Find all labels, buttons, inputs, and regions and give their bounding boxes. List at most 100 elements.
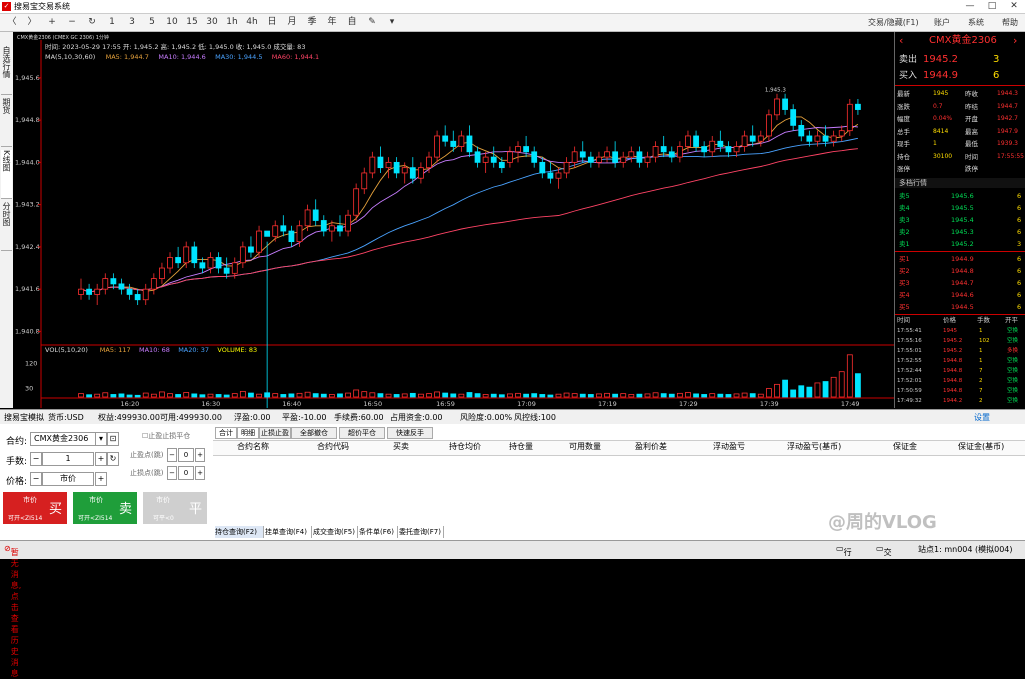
candle-body[interactable] xyxy=(555,172,562,179)
toolbar-tool-4[interactable]: ↻ xyxy=(84,16,100,29)
lock-icon[interactable]: ⊡ xyxy=(107,432,119,446)
candle-body[interactable] xyxy=(150,278,157,290)
candle-body[interactable] xyxy=(159,267,165,280)
candle-body[interactable] xyxy=(701,146,708,153)
candle-body[interactable] xyxy=(385,161,392,169)
toolbar-tool-3[interactable]: − xyxy=(64,16,80,29)
candle-body[interactable] xyxy=(256,230,262,253)
position-col-3[interactable]: 持仓均价 xyxy=(449,441,481,453)
candle-body[interactable] xyxy=(620,156,627,163)
candle-body[interactable] xyxy=(741,135,748,147)
candle-body[interactable] xyxy=(596,156,602,163)
candle-body[interactable] xyxy=(579,151,586,158)
candle-body[interactable] xyxy=(167,257,173,269)
candle-body[interactable] xyxy=(547,172,554,179)
candle-body[interactable] xyxy=(296,225,303,243)
query-tab-4[interactable]: 委托查询(F7) xyxy=(399,526,444,538)
candle-body[interactable] xyxy=(604,151,610,158)
sl-plus-button[interactable]: + xyxy=(195,466,205,480)
position-tab-1[interactable]: 明细 xyxy=(237,427,259,439)
position-tab-2[interactable]: 止损止盈 xyxy=(259,427,291,439)
toolbar-tool-5[interactable]: 1 xyxy=(104,16,120,29)
candle-body[interactable] xyxy=(458,135,465,147)
candle-body[interactable] xyxy=(442,135,449,142)
candle-body[interactable] xyxy=(288,230,295,243)
candle-body[interactable] xyxy=(248,246,254,253)
toolbar-tool-6[interactable]: 3 xyxy=(124,16,140,29)
candle-body[interactable] xyxy=(175,257,182,264)
position-col-8[interactable]: 浮动盈亏(基币) xyxy=(787,441,841,453)
toolbar-tool-13[interactable]: 日 xyxy=(264,16,280,29)
query-tab-0[interactable]: 持仓查询(F2) xyxy=(215,526,264,538)
position-col-2[interactable]: 买卖 xyxy=(393,441,409,453)
prev-symbol-icon[interactable]: ‹ xyxy=(899,32,903,50)
candle-body[interactable] xyxy=(757,135,764,142)
toolbar-tool-12[interactable]: 4h xyxy=(244,16,260,29)
position-col-7[interactable]: 浮动盈亏 xyxy=(713,441,745,453)
toolbar-tool-19[interactable]: ▾ xyxy=(384,16,400,29)
candle-body[interactable] xyxy=(774,98,780,116)
candle-body[interactable] xyxy=(102,278,109,290)
candle-body[interactable] xyxy=(855,103,861,110)
tp-input[interactable]: 0 xyxy=(178,448,194,462)
buy-button[interactable]: 市价 买 可开<ZI514 xyxy=(3,492,67,524)
candle-body[interactable] xyxy=(798,124,805,137)
candle-body[interactable] xyxy=(353,188,360,216)
query-tab-2[interactable]: 成交查询(F5) xyxy=(313,526,358,538)
candle-body[interactable] xyxy=(312,209,319,221)
price-plus-button[interactable]: + xyxy=(95,472,107,486)
position-tab-3[interactable]: 全部撤仓 xyxy=(291,427,337,439)
candle-body[interactable] xyxy=(118,283,125,290)
candle-body[interactable] xyxy=(369,156,376,174)
candle-body[interactable] xyxy=(94,288,101,295)
candle-body[interactable] xyxy=(515,146,521,153)
price-minus-button[interactable]: − xyxy=(30,472,42,486)
candle-body[interactable] xyxy=(523,146,530,153)
toolbar-tool-7[interactable]: 5 xyxy=(144,16,160,29)
candle-body[interactable] xyxy=(199,262,206,269)
tp-plus-button[interactable]: + xyxy=(195,448,205,462)
candle-body[interactable] xyxy=(733,146,740,153)
candle-body[interactable] xyxy=(320,220,327,232)
toolbar-tool-11[interactable]: 1h xyxy=(224,16,240,29)
candle-body[interactable] xyxy=(507,151,513,163)
left-tab-2[interactable]: K线图 xyxy=(1,150,12,199)
maximize-icon[interactable]: □ xyxy=(982,0,1002,13)
candle-body[interactable] xyxy=(531,151,538,163)
candle-body[interactable] xyxy=(636,151,643,163)
candle-body[interactable] xyxy=(239,246,246,264)
left-tab-1[interactable]: 期货 xyxy=(1,98,12,147)
candle-body[interactable] xyxy=(490,156,497,163)
message-link[interactable]: ⊘ 暂无消息,点击查看历史消息 xyxy=(4,544,21,678)
chevron-down-icon[interactable]: ▾ xyxy=(95,432,107,446)
kline-chart[interactable]: CMX黄金2306 (CMEX GC 2306) 1分钟 时间: 2023-05-… xyxy=(13,32,894,408)
candle-body[interactable] xyxy=(304,209,311,227)
candle-body[interactable] xyxy=(134,294,141,301)
candle-body[interactable] xyxy=(571,151,578,163)
position-tab-0[interactable]: 合计 xyxy=(215,427,237,439)
candle-body[interactable] xyxy=(345,214,351,232)
candle-body[interactable] xyxy=(830,135,837,142)
quote-status[interactable]: ▭ 行情 xyxy=(836,544,852,568)
candle-body[interactable] xyxy=(806,135,813,142)
position-col-10[interactable]: 保证金(基币) xyxy=(958,441,1004,453)
candle-body[interactable] xyxy=(223,267,230,274)
close-position-button[interactable]: 市价 平 可平<0 xyxy=(143,492,207,524)
position-tab-5[interactable]: 快速反手 xyxy=(387,427,433,439)
candle-body[interactable] xyxy=(142,288,149,301)
toolbar-tool-2[interactable]: + xyxy=(44,16,60,29)
position-col-4[interactable]: 持仓量 xyxy=(509,441,533,453)
toolbar-tool-15[interactable]: 季 xyxy=(304,16,320,29)
candle-body[interactable] xyxy=(418,167,424,179)
candle-body[interactable] xyxy=(78,288,84,295)
query-tab-1[interactable]: 挂单查询(F4) xyxy=(265,526,312,538)
candle-body[interactable] xyxy=(838,130,845,137)
candle-body[interactable] xyxy=(822,135,829,142)
refresh-icon[interactable]: ↻ xyxy=(107,452,119,466)
toolbar-tool-18[interactable]: ✎ xyxy=(364,16,380,29)
toolbar-tool-16[interactable]: 年 xyxy=(324,16,340,29)
candle-body[interactable] xyxy=(361,172,368,190)
candle-body[interactable] xyxy=(110,278,117,285)
candle-body[interactable] xyxy=(409,167,416,179)
toolbar-menu-0[interactable]: 交易/隐藏(F1) xyxy=(868,16,919,29)
